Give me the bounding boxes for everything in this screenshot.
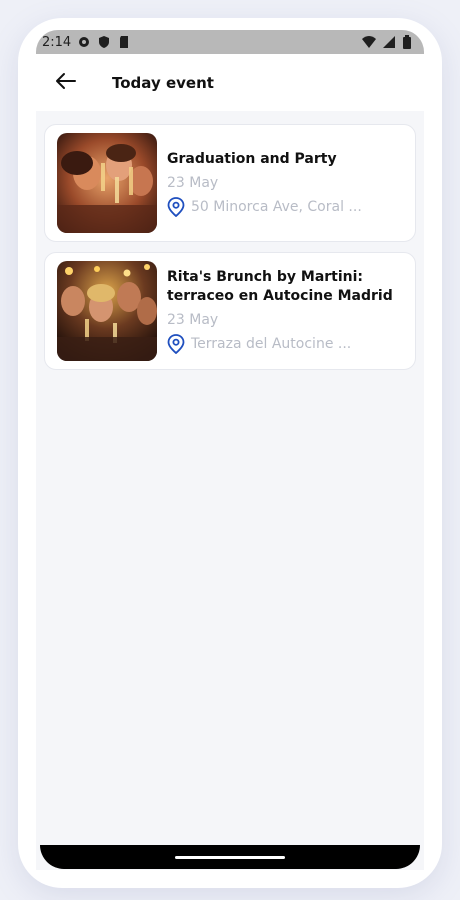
event-list: Graduation and Party 23 May 50 Minorca A… [44, 124, 416, 370]
event-date: 23 May [167, 174, 219, 191]
event-title: Rita's Brunch by Martini: terraceo en Au… [167, 269, 393, 304]
event-card[interactable]: Graduation and Party 23 May 50 Minorca A… [44, 124, 416, 242]
status-time: 2:14 [42, 34, 72, 50]
location-pin-icon [167, 196, 185, 217]
page-title: Today event [112, 73, 214, 92]
event-image [57, 261, 157, 361]
home-gesture-handle[interactable] [175, 856, 285, 859]
event-location: 50 Minorca Ave, Coral ... [167, 196, 403, 217]
event-date: 23 May [167, 312, 219, 328]
event-title: Graduation and Party [167, 150, 337, 167]
event-image [57, 133, 157, 233]
arrow-left-icon [55, 70, 77, 96]
settings-icon [77, 35, 91, 49]
signal-icon [382, 35, 396, 49]
event-card[interactable]: Rita's Brunch by Martini: terraceo en Au… [44, 252, 416, 370]
back-button[interactable] [44, 61, 88, 105]
status-bar: 2:14 [36, 30, 424, 54]
battery-icon [402, 35, 416, 49]
wifi-icon [362, 35, 376, 49]
event-location: Terraza del Autocine ... [167, 334, 403, 354]
sd-card-icon [117, 35, 131, 49]
app-screen: 2:14 Today event Graduation and Party 23… [36, 30, 424, 870]
app-bar: Today event [36, 54, 424, 111]
event-location-text: 50 Minorca Ave, Coral ... [191, 198, 362, 215]
event-info: Graduation and Party 23 May 50 Minorca A… [167, 150, 403, 217]
event-location-text: Terraza del Autocine ... [191, 336, 352, 352]
event-info: Rita's Brunch by Martini: terraceo en Au… [167, 268, 403, 354]
location-pin-icon [167, 334, 185, 354]
shield-icon [97, 35, 111, 49]
